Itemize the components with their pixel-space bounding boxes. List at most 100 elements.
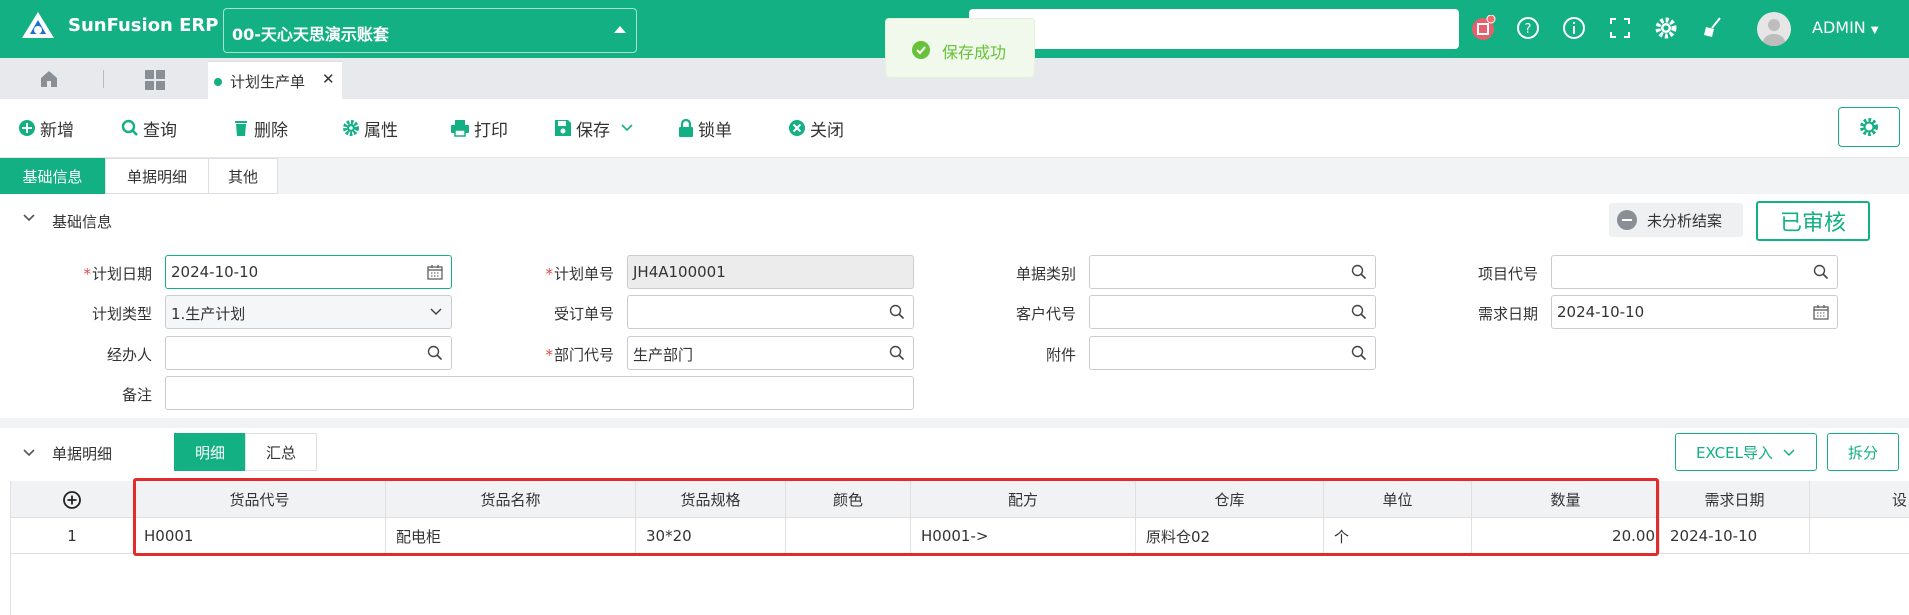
tab-label: 计划生产单 <box>230 73 306 91</box>
col-unit[interactable]: 单位 <box>1324 481 1472 518</box>
new-label: 新增 <box>40 120 74 141</box>
order-no-field[interactable] <box>627 295 914 329</box>
search-icon[interactable] <box>1351 304 1367 320</box>
plus-circle-icon <box>19 120 35 136</box>
home-icon[interactable] <box>38 68 60 90</box>
plan-date-field[interactable]: 2024-10-10 <box>165 255 452 289</box>
approved-stamp: 已审核 <box>1756 201 1870 241</box>
segment-summary[interactable]: 汇总 <box>245 433 317 471</box>
lock-button[interactable]: 锁单 <box>678 116 732 141</box>
cell-warehouse[interactable]: 原料仓02 <box>1136 518 1324 554</box>
tab-other[interactable]: 其他 <box>208 158 278 194</box>
close-circle-icon <box>789 120 805 136</box>
handler-label: 经办人 <box>106 346 152 364</box>
cell-demand-date[interactable]: 2024-10-10 <box>1660 518 1810 554</box>
info-icon[interactable] <box>1561 15 1587 41</box>
plan-type-select[interactable]: 1.生产计划 <box>165 295 452 329</box>
search-icon[interactable] <box>1351 264 1367 280</box>
page-settings-button[interactable] <box>1838 107 1900 147</box>
account-select[interactable]: 00-天心天思演示账套 <box>223 8 637 53</box>
search-icon[interactable] <box>889 304 905 320</box>
detail-grid: 货品代号 货品名称 货品规格 颜色 配方 仓库 单位 数量 需求日期 设 1 H… <box>10 481 1909 615</box>
close-button[interactable]: 关闭 <box>788 116 844 141</box>
handler-field[interactable] <box>165 336 452 370</box>
tab-doc-detail[interactable]: 单据明细 <box>105 158 209 194</box>
col-demand-date[interactable]: 需求日期 <box>1660 481 1810 518</box>
tab-divider <box>103 70 104 88</box>
user-menu[interactable]: ADMIN ▼ <box>1812 18 1879 37</box>
unanalyzed-label: 未分析结案 <box>1647 211 1723 230</box>
close-tab-icon[interactable]: ✕ <box>322 70 335 88</box>
cell-color[interactable] <box>786 518 911 554</box>
settings-gear-icon[interactable] <box>1653 15 1679 41</box>
table-row[interactable]: 1 H0001 配电柜 30*20 H0001-> 原料仓02 个 20.00 … <box>11 518 1909 554</box>
properties-label: 属性 <box>364 120 398 141</box>
cell-formula[interactable]: H0001-> <box>911 518 1136 554</box>
plan-no-label: *计划单号 <box>545 265 614 283</box>
chevron-down-icon <box>1783 448 1795 456</box>
cell-unit[interactable]: 个 <box>1324 518 1472 554</box>
toast-message: 保存成功 <box>942 43 1007 62</box>
project-code-field[interactable] <box>1551 255 1838 289</box>
tab-basic-info[interactable]: 基础信息 <box>0 158 105 194</box>
delete-button[interactable]: 删除 <box>232 116 288 141</box>
remark-label: 备注 <box>121 386 152 404</box>
col-color[interactable]: 颜色 <box>786 481 911 518</box>
attachment-label: 附件 <box>1045 346 1076 364</box>
demand-date-field[interactable]: 2024-10-10 <box>1551 295 1838 329</box>
save-button[interactable]: 保存 <box>554 116 638 141</box>
col-formula[interactable]: 配方 <box>911 481 1136 518</box>
excel-import-button[interactable]: EXCEL导入 <box>1675 433 1817 471</box>
new-button[interactable]: 新增 <box>18 116 74 141</box>
remark-field[interactable] <box>165 376 914 410</box>
calendar-icon[interactable] <box>1813 304 1829 320</box>
tab-production-plan[interactable]: 计划生产单 ✕ <box>208 61 342 99</box>
success-check-icon <box>912 41 930 59</box>
search-icon[interactable] <box>427 345 443 361</box>
print-button[interactable]: 打印 <box>450 116 508 141</box>
col-quantity[interactable]: 数量 <box>1472 481 1660 518</box>
apps-grid-icon[interactable] <box>144 69 166 91</box>
chevron-down-icon[interactable] <box>22 448 36 458</box>
search-icon[interactable] <box>1813 264 1829 280</box>
search-icon[interactable] <box>889 345 905 361</box>
chevron-down-icon[interactable] <box>22 213 36 223</box>
user-name: ADMIN <box>1812 18 1866 37</box>
user-avatar[interactable] <box>1757 12 1791 46</box>
help-icon[interactable]: ? <box>1515 15 1541 41</box>
grid-header: 货品代号 货品名称 货品规格 颜色 配方 仓库 单位 数量 需求日期 设 <box>11 481 1909 518</box>
segment-detail[interactable]: 明细 <box>174 433 246 471</box>
active-dot-icon <box>214 78 222 86</box>
dept-code-field[interactable]: 生产部门 <box>627 336 914 370</box>
col-item-code[interactable]: 货品代号 <box>134 481 386 518</box>
doc-type-field[interactable] <box>1089 255 1376 289</box>
col-item-name[interactable]: 货品名称 <box>386 481 636 518</box>
calendar-icon[interactable] <box>427 264 443 280</box>
col-item-spec[interactable]: 货品规格 <box>636 481 786 518</box>
split-button[interactable]: 拆分 <box>1827 433 1899 471</box>
col-warehouse[interactable]: 仓库 <box>1136 481 1324 518</box>
notification-icon[interactable] <box>1470 15 1496 41</box>
customer-code-field[interactable] <box>1089 295 1376 329</box>
cell-quantity[interactable]: 20.00 <box>1472 518 1660 554</box>
col-truncated[interactable]: 设 <box>1810 481 1909 518</box>
global-search-input[interactable] <box>969 9 1459 49</box>
properties-button[interactable]: 属性 <box>342 116 398 141</box>
search-icon[interactable] <box>1351 345 1367 361</box>
query-button[interactable]: 查询 <box>121 116 177 141</box>
add-circle-icon[interactable] <box>62 490 82 510</box>
lock-label: 锁单 <box>698 120 732 141</box>
fullscreen-icon[interactable] <box>1607 15 1633 41</box>
cell-item-name[interactable]: 配电柜 <box>386 518 636 554</box>
plan-date-label: *计划日期 <box>83 265 152 283</box>
cell-truncated[interactable] <box>1810 518 1909 554</box>
cell-item-spec[interactable]: 30*20 <box>636 518 786 554</box>
attachment-field[interactable] <box>1089 336 1376 370</box>
cell-item-code[interactable]: H0001 <box>134 518 386 554</box>
account-select-value: 00-天心天思演示账套 <box>232 25 389 44</box>
search-icon <box>121 119 138 136</box>
clean-broom-icon[interactable] <box>1700 15 1726 41</box>
caret-down-icon: ▼ <box>1870 25 1879 36</box>
detail-title: 单据明细 <box>52 445 113 463</box>
chevron-down-icon[interactable] <box>620 123 634 133</box>
